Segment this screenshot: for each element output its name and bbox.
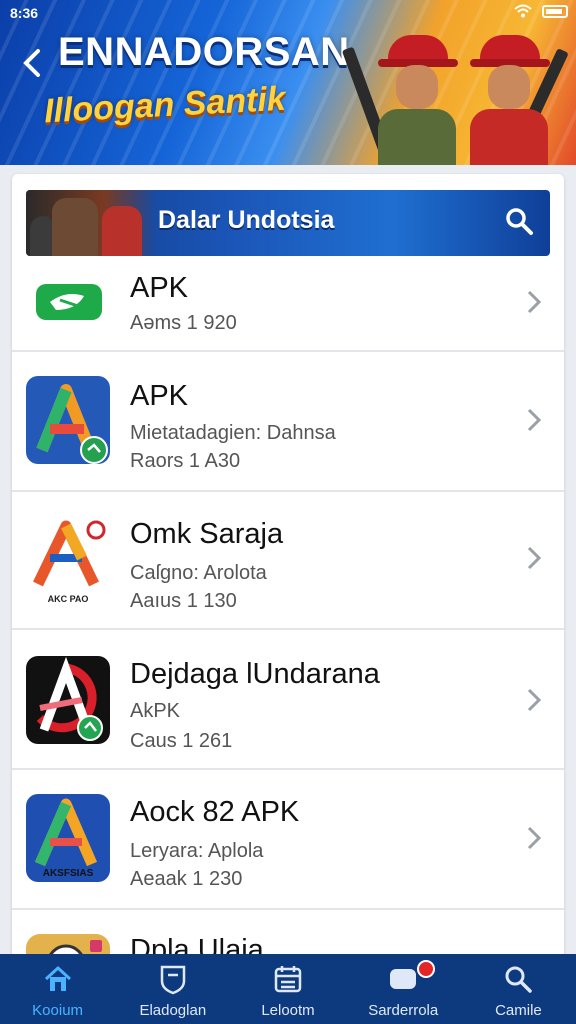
- list-item-app-1[interactable]: APK Mietatadagien: Dahnsa Raors 1 A30: [12, 352, 564, 492]
- chevron-left-icon: [23, 49, 40, 77]
- nav-item-chat[interactable]: Sarderrola: [346, 954, 461, 1024]
- nav-label: Lelootm: [261, 1002, 315, 1019]
- app-list-card: Dalar Undotsia APK Aəms 1 920 APK Mietat…: [12, 174, 564, 964]
- nav-label: Sarderrola: [368, 1002, 439, 1019]
- battery-icon: [542, 4, 568, 18]
- header-banner: 8:36 ENNADORSAN Illoogan Santik: [0, 0, 576, 165]
- nav-label: Kooium: [32, 1002, 84, 1019]
- search-icon: [505, 966, 533, 993]
- app-publisher: Mietatadagien: Dahnsa: [130, 422, 336, 444]
- app-icon-3: [26, 656, 110, 744]
- nav-item-home[interactable]: Kooium: [0, 954, 115, 1024]
- app-icon-0: [26, 266, 110, 338]
- calendar-icon: [274, 966, 302, 993]
- app-meta: Caus 1 261: [130, 730, 233, 752]
- soldier-illustration-left: [341, 35, 460, 165]
- nav-item-search[interactable]: Camile: [461, 954, 576, 1024]
- app-meta: Aaıus 1 130: [130, 590, 237, 612]
- chevron-right-icon: [526, 686, 542, 714]
- app-icon-4: AKSFSIAS: [26, 794, 110, 882]
- page-title: ENNADORSAN: [58, 30, 350, 74]
- chevron-right-icon: [526, 544, 542, 572]
- app-publisher: Caſgno: Arolota: [130, 562, 267, 584]
- app-meta: Raors 1 A30: [130, 450, 241, 472]
- list-item-app-3[interactable]: Dejdaga lUndarana AkPK Caus 1 261: [12, 630, 564, 770]
- app-icon-caption: AKC PAO: [48, 594, 89, 604]
- app-title: Dejdaga lUndarana: [130, 658, 380, 690]
- status-time: 8:36: [10, 5, 39, 21]
- home-icon: [44, 966, 71, 991]
- search-button[interactable]: [504, 206, 536, 238]
- chevron-right-icon: [526, 406, 542, 434]
- chevron-right-icon: [526, 824, 542, 852]
- banner-people-image: [26, 190, 156, 256]
- app-title: Aock 82 APK: [130, 796, 300, 828]
- back-button[interactable]: [14, 48, 50, 84]
- wifi-icon: [514, 4, 532, 18]
- app-icon-caption: AKSFSIAS: [43, 868, 94, 879]
- nav-item-calendar[interactable]: Lelootm: [230, 954, 345, 1024]
- list-item-app-0[interactable]: APK Aəms 1 920: [12, 264, 564, 352]
- chevron-right-icon: [526, 288, 542, 316]
- status-icons: [514, 4, 568, 18]
- app-title: APK: [130, 380, 189, 412]
- list-item-app-2[interactable]: AKC PAO Omk Saraja Caſgno: Arolota Aaıus…: [12, 492, 564, 630]
- app-icon-2: AKC PAO: [26, 518, 110, 606]
- search-icon: [506, 208, 533, 235]
- app-meta: Aeaak 1 230: [130, 868, 243, 890]
- app-title: Omk Saraja: [130, 518, 284, 550]
- chat-icon: [390, 969, 417, 989]
- app-publisher: Leryara: Aplola: [130, 840, 264, 862]
- app-title: APK: [130, 272, 189, 304]
- shield-icon: [160, 965, 186, 995]
- app-icon-1: [26, 376, 110, 464]
- bottom-navigation: Kooium Eladoglan Lelootm Sarderrola Cami…: [0, 954, 576, 1024]
- app-meta: Aəms 1 920: [130, 312, 237, 334]
- notification-badge: [417, 960, 436, 978]
- search-banner[interactable]: Dalar Undotsia: [26, 190, 550, 256]
- search-banner-label: Dalar Undotsia: [158, 206, 335, 234]
- nav-item-shield[interactable]: Eladoglan: [115, 954, 230, 1024]
- soldier-illustration-right: [462, 35, 569, 165]
- app-publisher: AkPK: [130, 700, 181, 722]
- status-bar: 8:36: [0, 0, 576, 26]
- nav-label: Eladoglan: [139, 1002, 207, 1019]
- list-item-app-4[interactable]: AKSFSIAS Aock 82 APK Leryara: Aplola Aea…: [12, 770, 564, 910]
- nav-label: Camile: [495, 1002, 542, 1019]
